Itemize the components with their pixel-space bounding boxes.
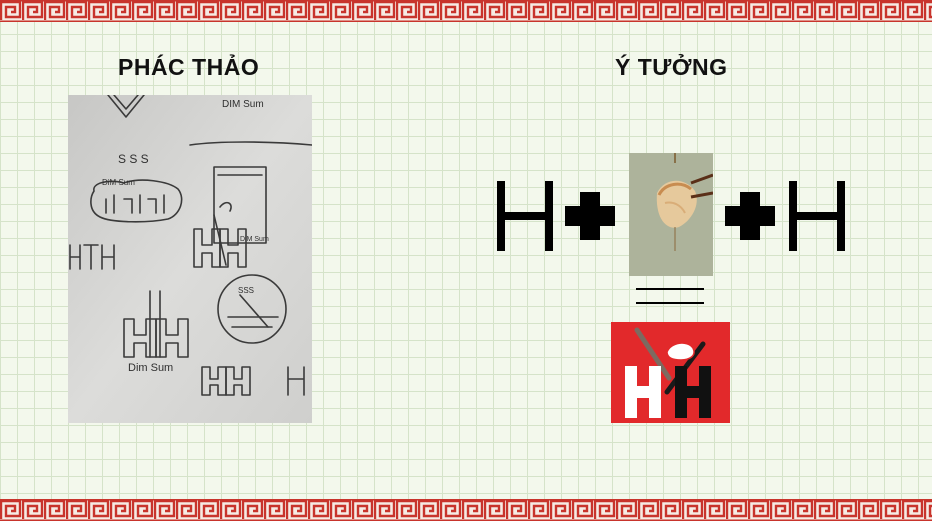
sketch-heading: PHÁC THẢO <box>118 54 260 80</box>
equals-line-top <box>636 288 704 290</box>
top-decorative-border <box>0 0 932 22</box>
letter-h-glyph <box>497 181 553 251</box>
sketch-text-sss-1: S S S <box>118 152 149 166</box>
sketch-text-dim-sum-3: DiM Sum <box>240 236 269 243</box>
sketch-text-dim-sum-4: Dim Sum <box>128 362 173 374</box>
letter-h-glyph <box>789 181 845 251</box>
plus-icon <box>565 192 615 240</box>
sketch-text-dim-sum-1: DIM Sum <box>222 99 264 110</box>
sketch-text-sss-2: SSS <box>238 286 254 295</box>
plus-icon <box>725 192 775 240</box>
sketch-photo: DIM Sum S S S DiM Sum DiM Sum SSS Dim Su… <box>68 95 312 423</box>
equals-line-bottom <box>636 302 704 304</box>
idea-heading: Ý TƯỞNG <box>615 54 728 80</box>
sketch-text-dim-sum-2: DiM Sum <box>102 178 135 187</box>
dumpling-chopsticks-photo <box>629 153 713 276</box>
bottom-decorative-border <box>0 499 932 521</box>
hh-dim-sum-logo <box>611 322 730 423</box>
